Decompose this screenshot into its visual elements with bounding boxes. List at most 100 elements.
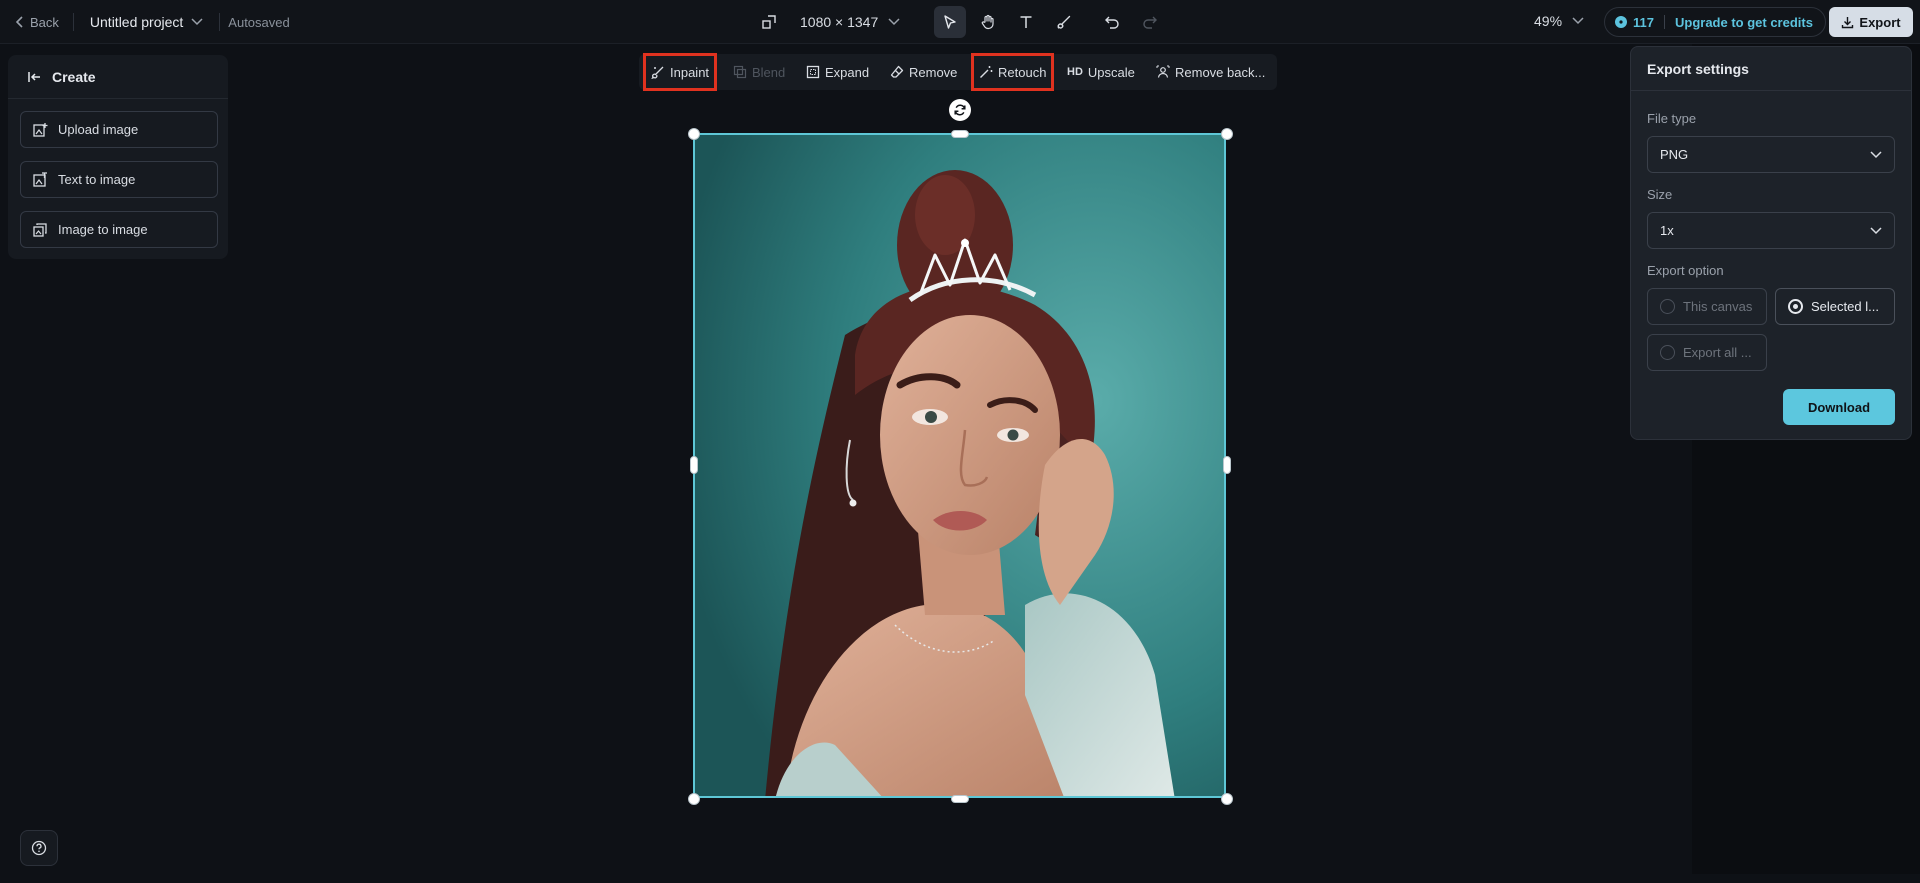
zoom-value: 49% (1534, 13, 1563, 29)
tool-group (934, 6, 1080, 38)
blend-label: Blend (752, 64, 786, 80)
help-icon (31, 840, 47, 856)
blend-button[interactable]: Blend (733, 58, 785, 86)
create-panel-title: Create (52, 68, 96, 85)
magic-wand-icon (979, 65, 993, 79)
upload-image-label: Upload image (58, 122, 139, 137)
person-cutout-icon (1156, 65, 1170, 79)
export-button[interactable]: Export (1829, 7, 1913, 37)
project-name-dropdown[interactable]: Untitled project (90, 14, 203, 30)
credit-count: 117 (1633, 14, 1654, 30)
export-settings-panel: Export settings File type PNG Size 1x Ex… (1630, 46, 1912, 440)
hd-icon: HD (1067, 66, 1083, 78)
inpaint-label: Inpaint (670, 64, 710, 80)
brush-tool[interactable] (1048, 6, 1080, 38)
chevron-down-icon (888, 18, 900, 26)
option-selected-layers-label: Selected l... (1811, 299, 1879, 314)
history-group (1096, 6, 1166, 38)
file-type-value: PNG (1660, 147, 1689, 162)
hand-tool[interactable] (972, 6, 1004, 38)
file-type-label: File type (1647, 111, 1697, 126)
retouch-label: Retouch (998, 64, 1047, 80)
resize-handle-top-right[interactable] (1221, 128, 1233, 140)
image-edit-toolbar: Inpaint Blend Expand Remove Retouch HD U… (639, 53, 1277, 91)
canvas-size-value: 1080 × 1347 (800, 14, 879, 30)
brush-icon (1056, 14, 1072, 30)
back-label: Back (30, 14, 59, 30)
upgrade-link[interactable]: Upgrade to get credits (1675, 15, 1813, 30)
resize-handle-left[interactable] (690, 456, 698, 474)
zoom-dropdown[interactable]: 49% (1534, 13, 1584, 29)
text-icon (1018, 14, 1034, 30)
expand-button[interactable]: Expand (806, 58, 869, 86)
text-to-image-label: Text to image (58, 172, 136, 187)
help-button[interactable] (20, 830, 58, 866)
autosaved-status: Autosaved (228, 14, 290, 30)
image-to-image-button[interactable]: Image to image (20, 211, 218, 248)
redo-button[interactable] (1134, 6, 1166, 38)
resize-handle-right[interactable] (1223, 456, 1231, 474)
selected-image[interactable] (693, 133, 1226, 798)
redo-icon (1142, 14, 1158, 30)
size-select[interactable]: 1x (1647, 212, 1895, 249)
chevron-down-icon (1870, 150, 1882, 159)
image-to-image-label: Image to image (58, 222, 148, 237)
resize-icon (762, 15, 776, 29)
rotate-icon (953, 103, 967, 117)
eraser-icon (890, 65, 904, 79)
chevron-down-icon (191, 18, 203, 26)
project-name: Untitled project (89, 14, 184, 30)
canvas-size-dropdown[interactable]: 1080 × 1347 (762, 14, 900, 30)
credit-coin-icon (1615, 16, 1627, 28)
rotate-handle[interactable] (949, 99, 971, 121)
radio-button (1660, 345, 1675, 360)
remove-label: Remove (909, 64, 958, 80)
size-value: 1x (1660, 223, 1674, 238)
divider (72, 13, 74, 31)
back-button[interactable]: Back (16, 15, 59, 30)
expand-label: Expand (825, 64, 870, 80)
undo-button[interactable] (1096, 6, 1128, 38)
export-settings-title: Export settings (1631, 47, 1911, 91)
option-this-canvas-label: This canvas (1683, 299, 1753, 314)
file-type-select[interactable]: PNG (1647, 136, 1895, 173)
export-label: Export (1859, 14, 1901, 30)
option-selected-layers[interactable]: Selected l... (1775, 288, 1895, 325)
divider (1663, 15, 1665, 29)
chevron-down-icon (1572, 17, 1584, 25)
option-export-all-label: Export all ... (1683, 345, 1752, 360)
export-option-label: Export option (1647, 263, 1724, 278)
radio-button-selected (1788, 299, 1803, 314)
upload-image-button[interactable]: Upload image (20, 111, 218, 148)
download-icon (1841, 16, 1854, 29)
portrait-photo (695, 135, 1224, 796)
divider (219, 13, 221, 31)
upscale-label: Upscale (1087, 64, 1135, 80)
resize-handle-bottom-left[interactable] (688, 793, 700, 805)
radio-button (1660, 299, 1675, 314)
create-panel-header[interactable]: Create (8, 55, 228, 99)
chevron-down-icon (1870, 226, 1882, 235)
download-button[interactable]: Download (1783, 389, 1895, 425)
upscale-button[interactable]: HD Upscale (1067, 58, 1135, 86)
top-bar: Back Untitled project Autosaved 1080 × 1… (0, 0, 1920, 44)
option-export-all[interactable]: Export all ... (1647, 334, 1767, 371)
collapse-left-icon (28, 71, 42, 83)
remove-button[interactable]: Remove (890, 58, 957, 86)
retouch-button[interactable]: Retouch (970, 53, 1055, 91)
size-label: Size (1647, 187, 1673, 202)
resize-handle-top[interactable] (951, 130, 969, 138)
remove-background-button[interactable]: Remove back... (1156, 58, 1265, 86)
credits-pill[interactable]: 117 Upgrade to get credits (1604, 7, 1826, 37)
resize-handle-top-left[interactable] (688, 128, 700, 140)
select-tool[interactable] (934, 6, 966, 38)
text-tool[interactable] (1010, 6, 1042, 38)
resize-handle-bottom[interactable] (951, 795, 969, 803)
option-this-canvas[interactable]: This canvas (1647, 288, 1767, 325)
expand-icon (806, 65, 820, 79)
inpaint-button[interactable]: Inpaint (642, 53, 718, 91)
top-bar-left: Back Untitled project Autosaved (0, 0, 290, 44)
text-to-image-button[interactable]: Text to image (20, 161, 218, 198)
resize-handle-bottom-right[interactable] (1221, 793, 1233, 805)
chevron-left-icon (16, 16, 24, 28)
